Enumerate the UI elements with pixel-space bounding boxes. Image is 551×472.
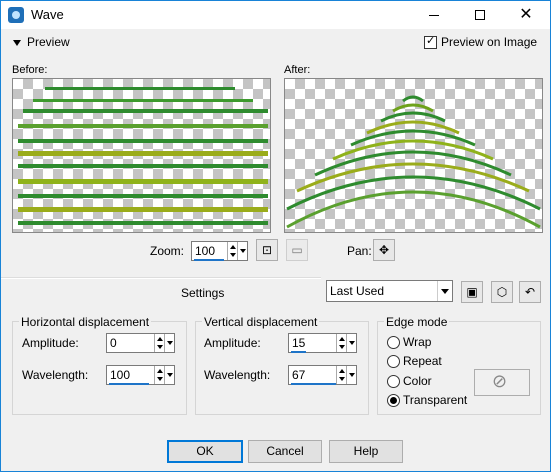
radio-icon [387, 375, 400, 389]
zoom-value: 100 [195, 244, 216, 258]
edge-color-swatch[interactable] [474, 369, 530, 396]
v-amplitude-slider-bar [291, 351, 306, 353]
preview-toggle[interactable]: Preview [13, 35, 70, 49]
after-preview-image [286, 95, 541, 229]
h-wavelength-value[interactable]: 100 [110, 368, 130, 382]
ok-button[interactable]: OK [167, 440, 243, 463]
v-wavelength-value[interactable]: 67 [292, 368, 305, 382]
help-button[interactable]: Help [329, 440, 403, 463]
divider [1, 277, 321, 279]
randomize-button[interactable]: ⬡ [491, 281, 513, 303]
checkbox-icon [424, 34, 437, 50]
preview-toggle-label: Preview [27, 35, 70, 49]
h-wavelength-spinner[interactable]: 100 [106, 365, 175, 385]
after-preview[interactable] [284, 78, 543, 233]
app-icon [8, 7, 24, 23]
actual-size-icon: ▭ [291, 243, 303, 257]
h-amplitude-spinner[interactable]: 0 [106, 333, 175, 353]
dropdown-arrow-icon[interactable] [164, 366, 174, 384]
spin-arrows-icon[interactable] [336, 366, 346, 384]
h-wavelength-slider-bar [109, 383, 149, 385]
spin-arrows-icon[interactable] [154, 334, 164, 352]
v-amplitude-value[interactable]: 15 [292, 336, 305, 350]
title-bar: Wave ✕ [1, 1, 550, 29]
radio-wrap[interactable]: Wrap [387, 335, 432, 350]
radio-transparent-label: Transparent [403, 393, 468, 407]
radio-selected-icon [387, 394, 400, 408]
v-amplitude-label: Amplitude: [204, 336, 261, 350]
v-wavelength-spinner[interactable]: 67 [288, 365, 357, 385]
spin-arrows-icon[interactable] [154, 366, 164, 384]
preview-on-image-checkbox[interactable]: Preview on Image [424, 34, 538, 50]
zoom-slider-bar [194, 259, 224, 261]
zoom-spinner[interactable]: 100 [191, 241, 248, 261]
preset-value: Last Used [330, 284, 385, 298]
wave-dialog: Wave ✕ Preview Preview on Image Before: … [0, 0, 551, 472]
h-amplitude-value[interactable]: 0 [110, 336, 117, 350]
preview-on-image-label: Preview on Image [441, 35, 538, 49]
after-label: After: [284, 64, 311, 76]
edge-mode-title: Edge mode [384, 315, 450, 329]
radio-repeat[interactable]: Repeat [387, 354, 442, 369]
fit-screen-icon: ⊡ [261, 243, 273, 257]
before-preview-image [18, 87, 268, 225]
horizontal-displacement-title: Horizontal displacement [19, 315, 152, 329]
radio-wrap-label: Wrap [403, 335, 432, 349]
radio-color[interactable]: Color [387, 374, 432, 389]
spin-arrows-icon[interactable] [227, 242, 237, 260]
before-label: Before: [12, 64, 48, 76]
close-button[interactable]: ✕ [503, 1, 549, 29]
dropdown-arrow-icon[interactable] [346, 366, 356, 384]
save-icon: ▣ [466, 285, 478, 299]
h-amplitude-label: Amplitude: [22, 336, 79, 350]
settings-preset-select[interactable]: Last Used [326, 280, 453, 302]
reset-icon: ↶ [524, 285, 536, 299]
pan-label: Pan: [347, 244, 372, 258]
dropdown-arrow-icon[interactable] [164, 334, 174, 352]
window-title: Wave [31, 7, 64, 22]
v-wavelength-label: Wavelength: [204, 368, 271, 382]
v-wavelength-slider-bar [291, 383, 336, 385]
dice-icon: ⬡ [496, 285, 508, 299]
collapse-arrow-icon [13, 39, 21, 46]
move-icon: ✥ [378, 243, 390, 257]
minimize-button[interactable] [411, 1, 457, 29]
pan-button[interactable]: ✥ [373, 239, 395, 261]
h-wavelength-label: Wavelength: [22, 368, 89, 382]
zoom-actual-button[interactable]: ▭ [286, 239, 308, 261]
spin-arrows-icon[interactable] [336, 334, 346, 352]
radio-repeat-label: Repeat [403, 354, 442, 368]
zoom-fit-button[interactable]: ⊡ [256, 239, 278, 261]
dropdown-arrow-icon[interactable] [346, 334, 356, 352]
radio-icon [387, 355, 400, 369]
radio-color-label: Color [403, 374, 432, 388]
reset-button[interactable]: ↶ [519, 281, 541, 303]
maximize-button[interactable] [457, 1, 503, 29]
vertical-displacement-title: Vertical displacement [202, 315, 320, 329]
save-preset-button[interactable]: ▣ [461, 281, 483, 303]
dropdown-arrow-icon[interactable] [237, 242, 247, 260]
radio-transparent[interactable]: Transparent [387, 393, 468, 408]
zoom-label: Zoom: [150, 244, 185, 258]
cancel-button[interactable]: Cancel [248, 440, 322, 463]
v-amplitude-spinner[interactable]: 15 [288, 333, 357, 353]
settings-label: Settings [181, 286, 225, 300]
radio-icon [387, 336, 400, 350]
chevron-down-icon [437, 281, 452, 301]
before-preview[interactable] [12, 78, 271, 233]
